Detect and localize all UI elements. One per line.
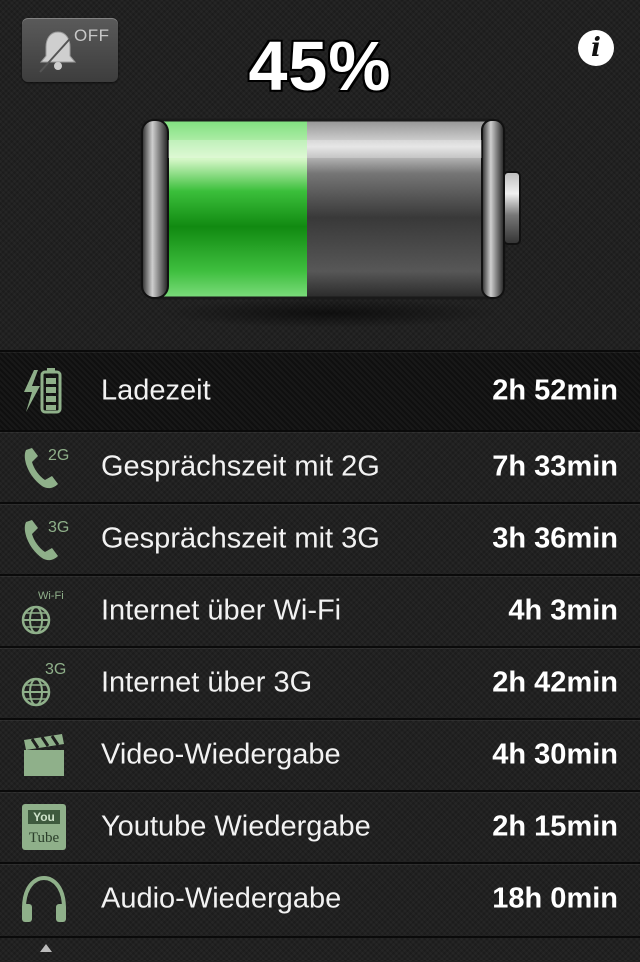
row-value: 2h 15min	[492, 810, 618, 843]
youtube-icon: You Tube	[22, 804, 66, 850]
usage-list: Ladezeit 2h 52min 2G Gesprächszeit mit 2…	[0, 350, 640, 934]
headphones-icon	[22, 875, 66, 922]
row-value: 2h 52min	[492, 374, 618, 407]
badge-3g: 3G	[45, 661, 66, 678]
list-item-charge-time[interactable]: Ladezeit 2h 52min	[0, 350, 640, 430]
row-label: Ladezeit	[101, 374, 211, 407]
list-item-talk-2g[interactable]: 2G Gesprächszeit mit 2G 7h 33min	[0, 430, 640, 502]
row-value: 18h 0min	[492, 882, 618, 915]
list-item-internet-3g[interactable]: 3G Internet über 3G 2h 42min	[0, 646, 640, 718]
badge-2g: 2G	[48, 447, 69, 464]
badge-wifi: Wi-Fi	[38, 590, 64, 602]
badge-3g: 3G	[48, 519, 69, 536]
battery-graphic	[136, 116, 526, 302]
row-value: 3h 36min	[492, 522, 618, 555]
phone-2g-icon: 2G	[24, 447, 69, 489]
phone-3g-icon: 3G	[24, 519, 69, 561]
info-icon[interactable]: i	[578, 30, 614, 66]
globe-3g-icon: 3G	[21, 661, 66, 707]
header-area: OFF 45% i	[0, 0, 640, 350]
row-value: 7h 33min	[492, 450, 618, 483]
list-item-audio-playback[interactable]: Audio-Wiedergabe 18h 0min	[0, 862, 640, 934]
row-value: 2h 42min	[492, 666, 618, 699]
row-label: Youtube Wiedergabe	[101, 810, 371, 843]
youtube-top-text: You	[33, 810, 55, 824]
row-value: 4h 3min	[508, 594, 618, 627]
row-label: Internet über Wi-Fi	[101, 594, 342, 627]
clapperboard-icon	[24, 734, 64, 776]
row-label: Audio-Wiedergabe	[101, 882, 342, 915]
charging-battery-icon	[24, 368, 62, 414]
youtube-bottom-text: Tube	[29, 830, 60, 846]
row-label: Internet über 3G	[101, 666, 313, 699]
list-item-talk-3g[interactable]: 3G Gesprächszeit mit 3G 3h 36min	[0, 502, 640, 574]
battery-percent: 45%	[248, 27, 392, 105]
list-item-internet-wifi[interactable]: Wi-Fi Internet über Wi-Fi 4h 3min	[0, 574, 640, 646]
list-item-video-playback[interactable]: Video-Wiedergabe 4h 30min	[0, 718, 640, 790]
row-label: Video-Wiedergabe	[101, 738, 341, 771]
partial-icon	[40, 944, 52, 952]
row-label: Gesprächszeit mit 3G	[101, 522, 380, 555]
list-continuation	[0, 936, 640, 962]
battery-shadow	[160, 298, 500, 328]
list-item-youtube-playback[interactable]: You Tube Youtube Wiedergabe 2h 15min	[0, 790, 640, 862]
globe-wifi-icon: Wi-Fi	[21, 590, 64, 635]
row-label: Gesprächszeit mit 2G	[101, 450, 380, 483]
row-value: 4h 30min	[492, 738, 618, 771]
